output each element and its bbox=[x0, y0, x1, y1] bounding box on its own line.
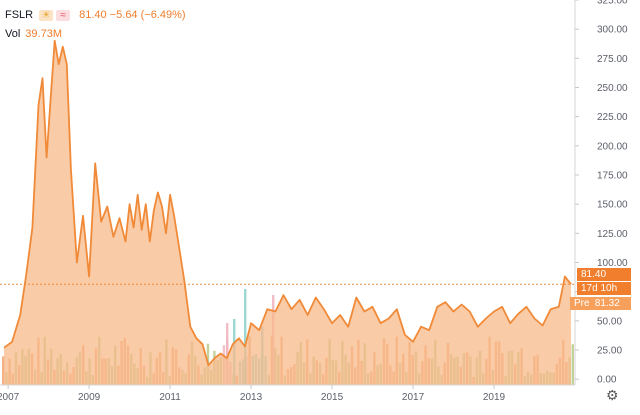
price-axis-label: 225.00 bbox=[597, 112, 628, 123]
price-axis-label: 275.00 bbox=[597, 54, 628, 65]
price-axis-label: 0.00 bbox=[597, 375, 617, 386]
price-axis[interactable]: 325.00 300.00 275.00 250.00 225.00 200.00 175.… bbox=[575, 0, 628, 386]
volume-value: 39.73M bbox=[25, 28, 62, 40]
price-area-fill bbox=[4, 40, 571, 386]
volume-label: Vol bbox=[5, 28, 21, 40]
price-axis-label: 200.00 bbox=[597, 141, 628, 152]
premarket-price: 81.32 bbox=[594, 298, 620, 309]
premarket-label: Pre bbox=[574, 298, 590, 309]
time-axis-label: 2007 bbox=[0, 392, 20, 403]
legend-price-row: FSLR ☀ ≈ 81.40 −5.64 (−6.49%) bbox=[5, 7, 186, 23]
price-axis-label: 250.00 bbox=[597, 83, 628, 94]
countdown-text: 17d 10h bbox=[581, 283, 618, 294]
approx-wave-icon[interactable]: ≈ bbox=[56, 9, 71, 21]
gear-icon[interactable]: ⚙ bbox=[606, 387, 619, 404]
last-price-value: 81.40 bbox=[79, 9, 107, 21]
time-axis-label: 2009 bbox=[78, 392, 101, 403]
bar-countdown-tag: 17d 10h bbox=[577, 282, 631, 295]
price-axis-label: 325.00 bbox=[597, 0, 628, 7]
price-axis-label: 25.00 bbox=[597, 346, 622, 357]
legend-volume-row: Vol 39.73M bbox=[5, 26, 186, 42]
price-axis-label: 50.00 bbox=[597, 316, 622, 327]
sun-icon[interactable]: ☀ bbox=[39, 9, 54, 21]
chart-legend: FSLR ☀ ≈ 81.40 −5.64 (−6.49%) Vol 39.73M bbox=[5, 7, 186, 45]
last-price-tag-text: 81.40 bbox=[581, 269, 607, 280]
price-axis-label: 150.00 bbox=[597, 200, 628, 211]
price-chart[interactable]: 325.00 300.00 275.00 250.00 225.00 200.00 175.… bbox=[0, 0, 640, 415]
price-axis-label: 175.00 bbox=[597, 171, 628, 182]
price-area bbox=[3, 39, 572, 386]
price-axis-label: 300.00 bbox=[597, 25, 628, 36]
time-axis[interactable]: 2007 2009 2011 2013 2015 2017 2019 bbox=[0, 385, 506, 403]
time-axis-label: 2017 bbox=[402, 392, 425, 403]
last-price-tag: 81.40 bbox=[577, 268, 631, 281]
ticker-symbol[interactable]: FSLR bbox=[5, 9, 33, 21]
time-axis-label: 2019 bbox=[483, 392, 506, 403]
price-change-value: −5.64 (−6.49%) bbox=[109, 9, 186, 21]
volume-bar bbox=[571, 344, 574, 385]
price-axis-label: 125.00 bbox=[597, 229, 628, 240]
time-axis-label: 2015 bbox=[321, 392, 344, 403]
time-axis-label: 2011 bbox=[159, 392, 181, 403]
time-axis-label: 2013 bbox=[240, 392, 263, 403]
legend-values: 81.40 −5.64 (−6.49%) bbox=[79, 9, 185, 21]
premarket-price-tag: Pre 81.32 bbox=[570, 297, 631, 310]
